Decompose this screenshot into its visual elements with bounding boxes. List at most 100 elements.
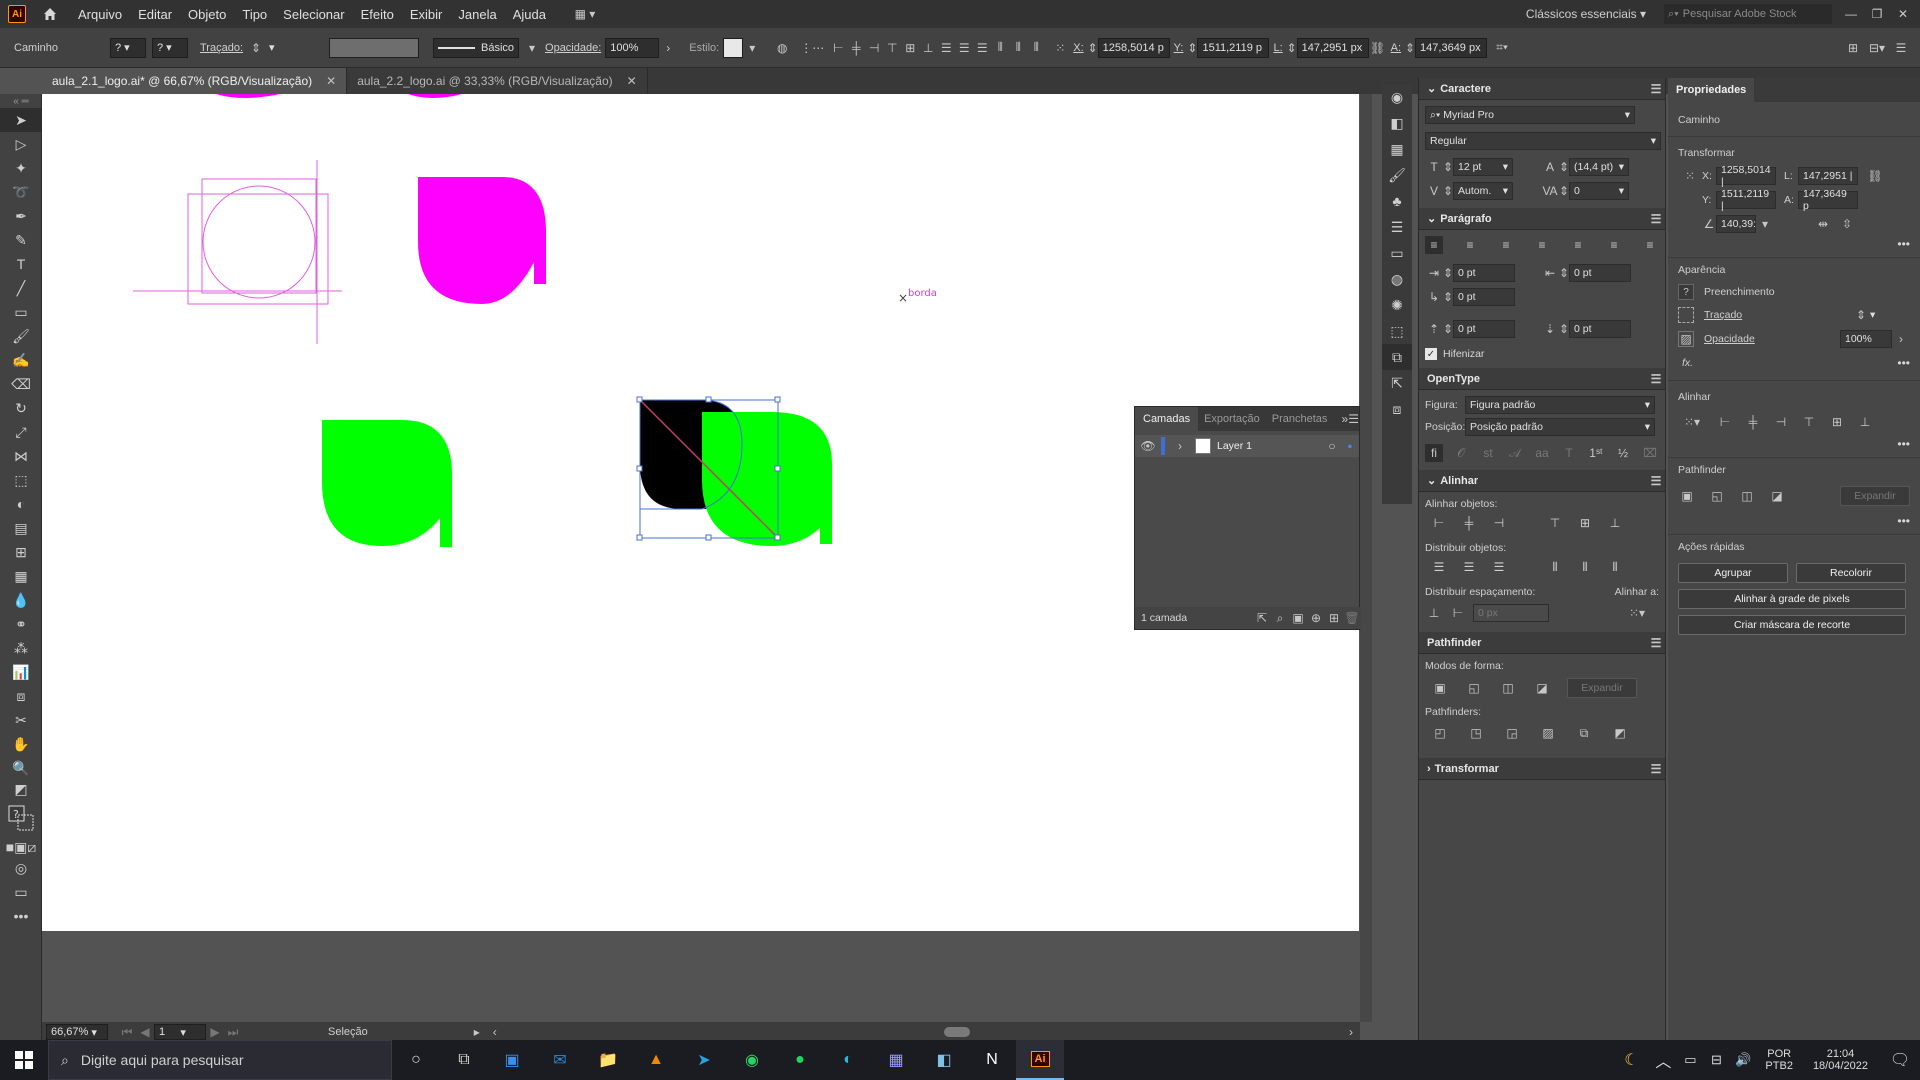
notion-icon[interactable]: N xyxy=(968,1040,1016,1080)
kerning-stepper-icon[interactable]: ⇕ xyxy=(1443,182,1453,200)
distribute-bottom-icon[interactable]: ☰ xyxy=(1491,560,1507,574)
type-tool-icon[interactable]: T xyxy=(0,252,42,276)
exclude-icon[interactable]: ◪ xyxy=(1768,487,1786,505)
workspace-switcher[interactable]: Clássicos essenciais ▾ xyxy=(1518,7,1654,21)
divide-icon[interactable]: ◰ xyxy=(1431,724,1449,742)
intersect-icon[interactable]: ◫ xyxy=(1738,487,1756,505)
stroke-swatch[interactable] xyxy=(1678,307,1694,323)
distribute-left-icon[interactable]: ⦀ xyxy=(991,39,1009,57)
prop-w-field[interactable]: 147,2951 | xyxy=(1798,167,1858,185)
opacity-arrow-icon[interactable]: › xyxy=(659,39,677,57)
align-to-dropdown-icon[interactable]: ⁙▾ xyxy=(1678,413,1706,431)
brushes-icon[interactable]: 🖌 xyxy=(1382,162,1412,188)
target-circle-icon[interactable]: ○ xyxy=(1323,437,1341,455)
x-stepper-icon[interactable]: ⇕ xyxy=(1088,39,1098,57)
titling-alternates-icon[interactable]: T xyxy=(1560,444,1578,462)
align-options-icon[interactable]: ⋮⋯ xyxy=(800,39,824,57)
close-icon[interactable]: ✕ xyxy=(326,74,336,88)
blend-tool-icon[interactable]: ⚭ xyxy=(0,612,42,636)
perspective-grid-tool-icon[interactable]: ▤ xyxy=(0,516,42,540)
first-line-stepper-icon[interactable]: ⇕ xyxy=(1443,288,1453,306)
pathfinder-panel-header[interactable]: Pathfinder ☰ xyxy=(1419,632,1665,654)
distribute-bottom-icon[interactable]: ☰ xyxy=(973,39,991,57)
stroke-stepper-icon[interactable]: ⇕ xyxy=(247,39,265,57)
font-size-field[interactable]: 12 pt ▾ xyxy=(1453,158,1513,176)
prev-artboard-icon[interactable]: ◀ xyxy=(136,1023,154,1041)
drawing-modes-icon[interactable]: ◎ xyxy=(0,856,42,880)
gradient-panel-icon[interactable]: ▭ xyxy=(1382,240,1412,266)
menu-exibir[interactable]: Exibir xyxy=(402,7,451,22)
brush-style-dropdown[interactable]: Básico xyxy=(433,37,520,58)
canvas-horizontal-scrollbar[interactable] xyxy=(504,1027,1342,1037)
align-to-dropdown-icon[interactable]: ⁙▾ xyxy=(1623,604,1651,622)
scale-tool-icon[interactable]: ⤢ xyxy=(0,420,42,444)
delete-icon[interactable]: 🗑 xyxy=(1343,609,1361,627)
swash-icon[interactable]: 𝒜 xyxy=(1506,444,1524,462)
right-indent-stepper-icon[interactable]: ⇕ xyxy=(1559,264,1569,282)
cortana-icon[interactable]: ○ xyxy=(392,1040,440,1080)
align-bottom-icon[interactable]: ⊥ xyxy=(919,39,937,57)
justify-right-icon[interactable]: ≡ xyxy=(1605,236,1623,254)
tab-exportacao[interactable]: Exportação xyxy=(1198,413,1266,425)
menu-ajuda[interactable]: Ajuda xyxy=(505,7,554,22)
eraser-tool-icon[interactable]: ⌫ xyxy=(0,372,42,396)
artboard-number-field[interactable]: 1 ▾ xyxy=(154,1024,206,1040)
canvas-vertical-scrollbar[interactable] xyxy=(1360,94,1372,1022)
align-center-text-icon[interactable]: ≡ xyxy=(1461,236,1479,254)
input-language[interactable]: POR PTB2 xyxy=(1765,1048,1793,1072)
position-dropdown[interactable]: Posição padrão ▾ xyxy=(1465,418,1655,436)
arrange-documents-icon[interactable]: ▦ ▾ xyxy=(568,5,602,23)
trim-icon[interactable]: ◳ xyxy=(1467,724,1485,742)
distribute-hcenter-icon[interactable]: ⦀ xyxy=(1009,39,1027,57)
layout-panel-icon[interactable]: ⊟▾ xyxy=(1868,39,1886,57)
stroke-swatch[interactable]: ? ▾ xyxy=(152,37,188,58)
locate-object-icon[interactable]: ⌕ xyxy=(1271,609,1289,627)
opentype-panel-header[interactable]: OpenType ☰ xyxy=(1419,368,1665,390)
align-bottom-icon[interactable]: ⊥ xyxy=(1856,413,1874,431)
leading-field[interactable]: (14,4 pt) ▾ xyxy=(1569,158,1629,176)
notepad-icon[interactable]: ◧ xyxy=(920,1040,968,1080)
asset-export-icon[interactable]: ⇱ xyxy=(1382,370,1412,396)
opacity-label[interactable]: Opacidade xyxy=(1704,333,1840,345)
flip-horizontal-icon[interactable]: ⇹ xyxy=(1814,215,1832,233)
tracking-stepper-icon[interactable]: ⇕ xyxy=(1559,182,1569,200)
vlc-icon[interactable]: ▲ xyxy=(632,1040,680,1080)
prop-angle-field[interactable]: 140,39: xyxy=(1716,215,1756,233)
more-appearance-icon[interactable]: ••• xyxy=(1897,356,1910,370)
discretionary-ligatures-icon[interactable]: st xyxy=(1479,444,1497,462)
tab-aula-2-1[interactable]: aula_2.1_logo.ai* @ 66,67% (RGB/Visualiz… xyxy=(42,68,348,94)
clipping-mask-icon[interactable]: ▣ xyxy=(1289,609,1307,627)
screen-mode-icon[interactable]: ▭ xyxy=(0,880,42,904)
recolor-icon[interactable]: ◍ xyxy=(773,39,791,57)
space-after-stepper-icon[interactable]: ⇕ xyxy=(1559,320,1569,338)
menu-objeto[interactable]: Objeto xyxy=(180,7,234,22)
mesh-tool-icon[interactable]: ⊞ xyxy=(0,540,42,564)
constrain-proportions-icon[interactable]: ⛓ xyxy=(1866,167,1884,185)
panel-menu-icon[interactable]: ☰ xyxy=(1647,80,1665,98)
line-tool-icon[interactable]: ╱ xyxy=(0,276,42,300)
opacity-label[interactable]: Opacidade: xyxy=(545,42,601,54)
paragrafo-panel-header[interactable]: ⌄ Parágrafo ☰ xyxy=(1419,208,1665,230)
green-leaf-shape[interactable] xyxy=(322,420,452,547)
minus-front-icon[interactable]: ◱ xyxy=(1465,679,1483,697)
artboards-icon[interactable]: ⧈ xyxy=(1382,396,1412,422)
color-mode-icon[interactable]: ■▣⧄ xyxy=(0,838,42,856)
whatsapp-icon[interactable]: ◉ xyxy=(728,1040,776,1080)
shaper-tool-icon[interactable]: ✍ xyxy=(0,348,42,372)
rotate-tool-icon[interactable]: ↻ xyxy=(0,396,42,420)
pen-tool-icon[interactable]: ✒ xyxy=(0,204,42,228)
symbols-icon[interactable]: ♣ xyxy=(1382,188,1412,214)
justify-left-icon[interactable]: ≡ xyxy=(1533,236,1551,254)
caractere-panel-header[interactable]: ⌄ Caractere ☰ xyxy=(1419,78,1665,100)
opacity-field[interactable]: 100% xyxy=(1840,330,1892,348)
font-family-dropdown[interactable]: ⌕▾ Myriad Pro ▾ xyxy=(1425,106,1635,124)
merge-icon[interactable]: ◲ xyxy=(1503,724,1521,742)
mail-icon[interactable]: ✉ xyxy=(536,1040,584,1080)
notifications-icon[interactable]: 🗨 xyxy=(1880,1040,1920,1080)
vertical-distribute-space-icon[interactable]: ⊥ xyxy=(1425,604,1443,622)
align-vcenter-icon[interactable]: ⊞ xyxy=(1828,413,1846,431)
magenta-shape-partial[interactable] xyxy=(216,94,280,98)
next-artboard-icon[interactable]: ▶ xyxy=(206,1023,224,1041)
font-size-stepper-icon[interactable]: ⇕ xyxy=(1443,158,1453,176)
layer-row[interactable]: 👁 › Layer 1 ○ ▪ xyxy=(1135,435,1359,457)
